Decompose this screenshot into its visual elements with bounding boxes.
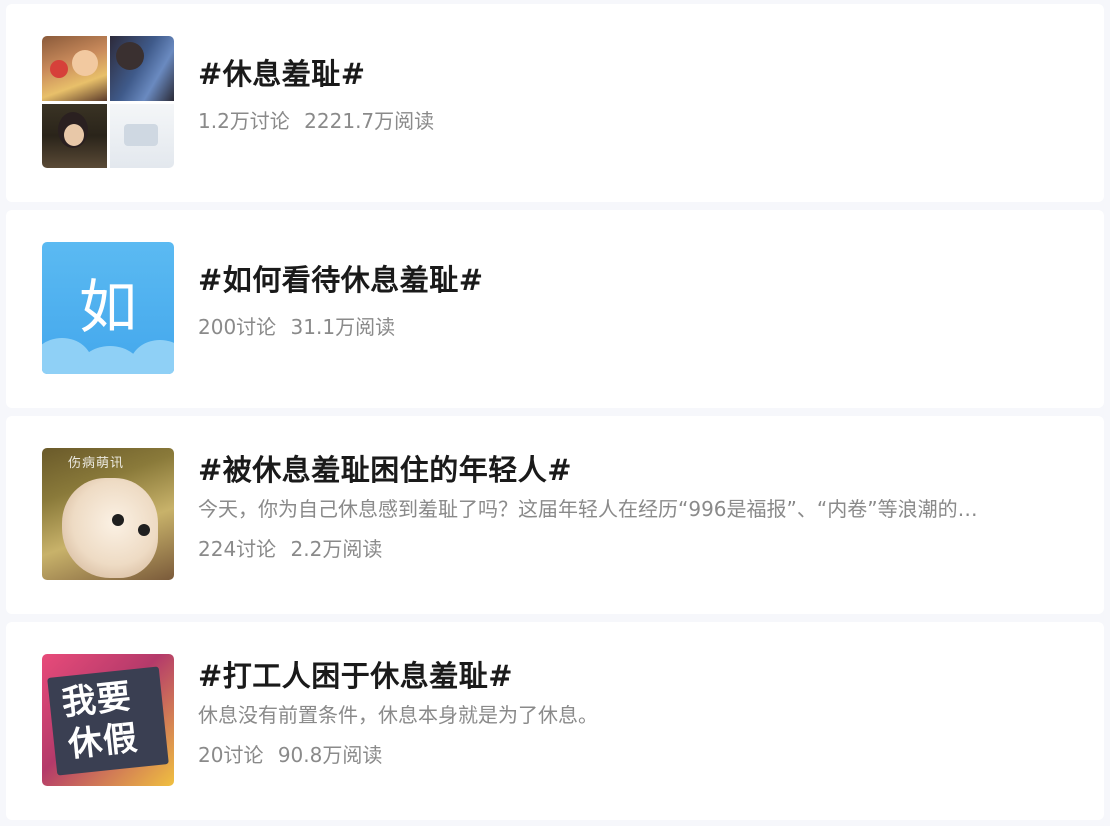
- topic-thumbnail-icon: 如: [42, 242, 174, 374]
- discussion-count: 20讨论: [198, 743, 264, 767]
- topic-stats: 200讨论 31.1万阅读: [198, 312, 1064, 342]
- discussion-count: 1.2万讨论: [198, 109, 290, 133]
- topic-stats: 1.2万讨论 2221.7万阅读: [198, 106, 1064, 136]
- topic-thumbnail-cat-photo: 伤病萌讯: [42, 448, 174, 580]
- topic-text: #被休息羞耻困住的年轻人# 今天，你为自己休息感到羞耻了吗？这届年轻人在经历“9…: [198, 450, 1064, 564]
- collage-photo: [42, 103, 107, 168]
- topic-title[interactable]: #如何看待休息羞耻#: [198, 260, 1064, 300]
- read-count: 90.8万阅读: [277, 743, 383, 767]
- topic-card[interactable]: 如 #如何看待休息羞耻# 200讨论 31.1万阅读: [6, 210, 1104, 408]
- topic-icon-glyph: 如: [78, 273, 137, 341]
- topic-card[interactable]: #休息羞耻# 1.2万讨论 2221.7万阅读: [6, 4, 1104, 202]
- discussion-count: 200讨论: [198, 315, 277, 339]
- topic-title[interactable]: #休息羞耻#: [198, 54, 1064, 94]
- topic-title[interactable]: #被休息羞耻困住的年轻人#: [198, 450, 1064, 490]
- sign-text-line: 我要: [59, 676, 134, 724]
- topic-title[interactable]: #打工人困于休息羞耻#: [198, 656, 1064, 696]
- collage-photo: [109, 103, 174, 168]
- topic-list: #休息羞耻# 1.2万讨论 2221.7万阅读 如 #如何看待休息羞耻# 200…: [0, 0, 1110, 826]
- sign-board: 我要 休假: [47, 666, 169, 776]
- discussion-count: 224讨论: [198, 537, 277, 561]
- topic-text: #如何看待休息羞耻# 200讨论 31.1万阅读: [198, 260, 1064, 342]
- collage-photo: [42, 36, 107, 101]
- topic-card[interactable]: 伤病萌讯 #被休息羞耻困住的年轻人# 今天，你为自己休息感到羞耻了吗？这届年轻人…: [6, 416, 1104, 614]
- read-count: 2221.7万阅读: [304, 109, 435, 133]
- topic-stats: 20讨论 90.8万阅读: [198, 740, 1064, 770]
- topic-thumbnail-holiday-sign: 我要 休假: [42, 654, 174, 786]
- topic-stats: 224讨论 2.2万阅读: [198, 534, 1064, 564]
- topic-thumbnail-collage: [42, 36, 174, 168]
- topic-text: #休息羞耻# 1.2万讨论 2221.7万阅读: [198, 54, 1064, 136]
- topic-card[interactable]: 我要 休假 #打工人困于休息羞耻# 休息没有前置条件，休息本身就是为了休息。 2…: [6, 622, 1104, 820]
- cat-face: [62, 478, 158, 578]
- sign-text-line: 休假: [66, 718, 141, 766]
- topic-text: #打工人困于休息羞耻# 休息没有前置条件，休息本身就是为了休息。 20讨论 90…: [198, 656, 1064, 770]
- topic-description: 休息没有前置条件，休息本身就是为了休息。: [198, 703, 598, 727]
- thumbnail-caption: 伤病萌讯: [68, 456, 125, 471]
- topic-description: 今天，你为自己休息感到羞耻了吗？这届年轻人在经历“996是福报”、“内卷”等浪潮…: [198, 497, 978, 521]
- read-count: 31.1万阅读: [290, 315, 396, 339]
- read-count: 2.2万阅读: [290, 537, 383, 561]
- collage-photo: [109, 36, 174, 101]
